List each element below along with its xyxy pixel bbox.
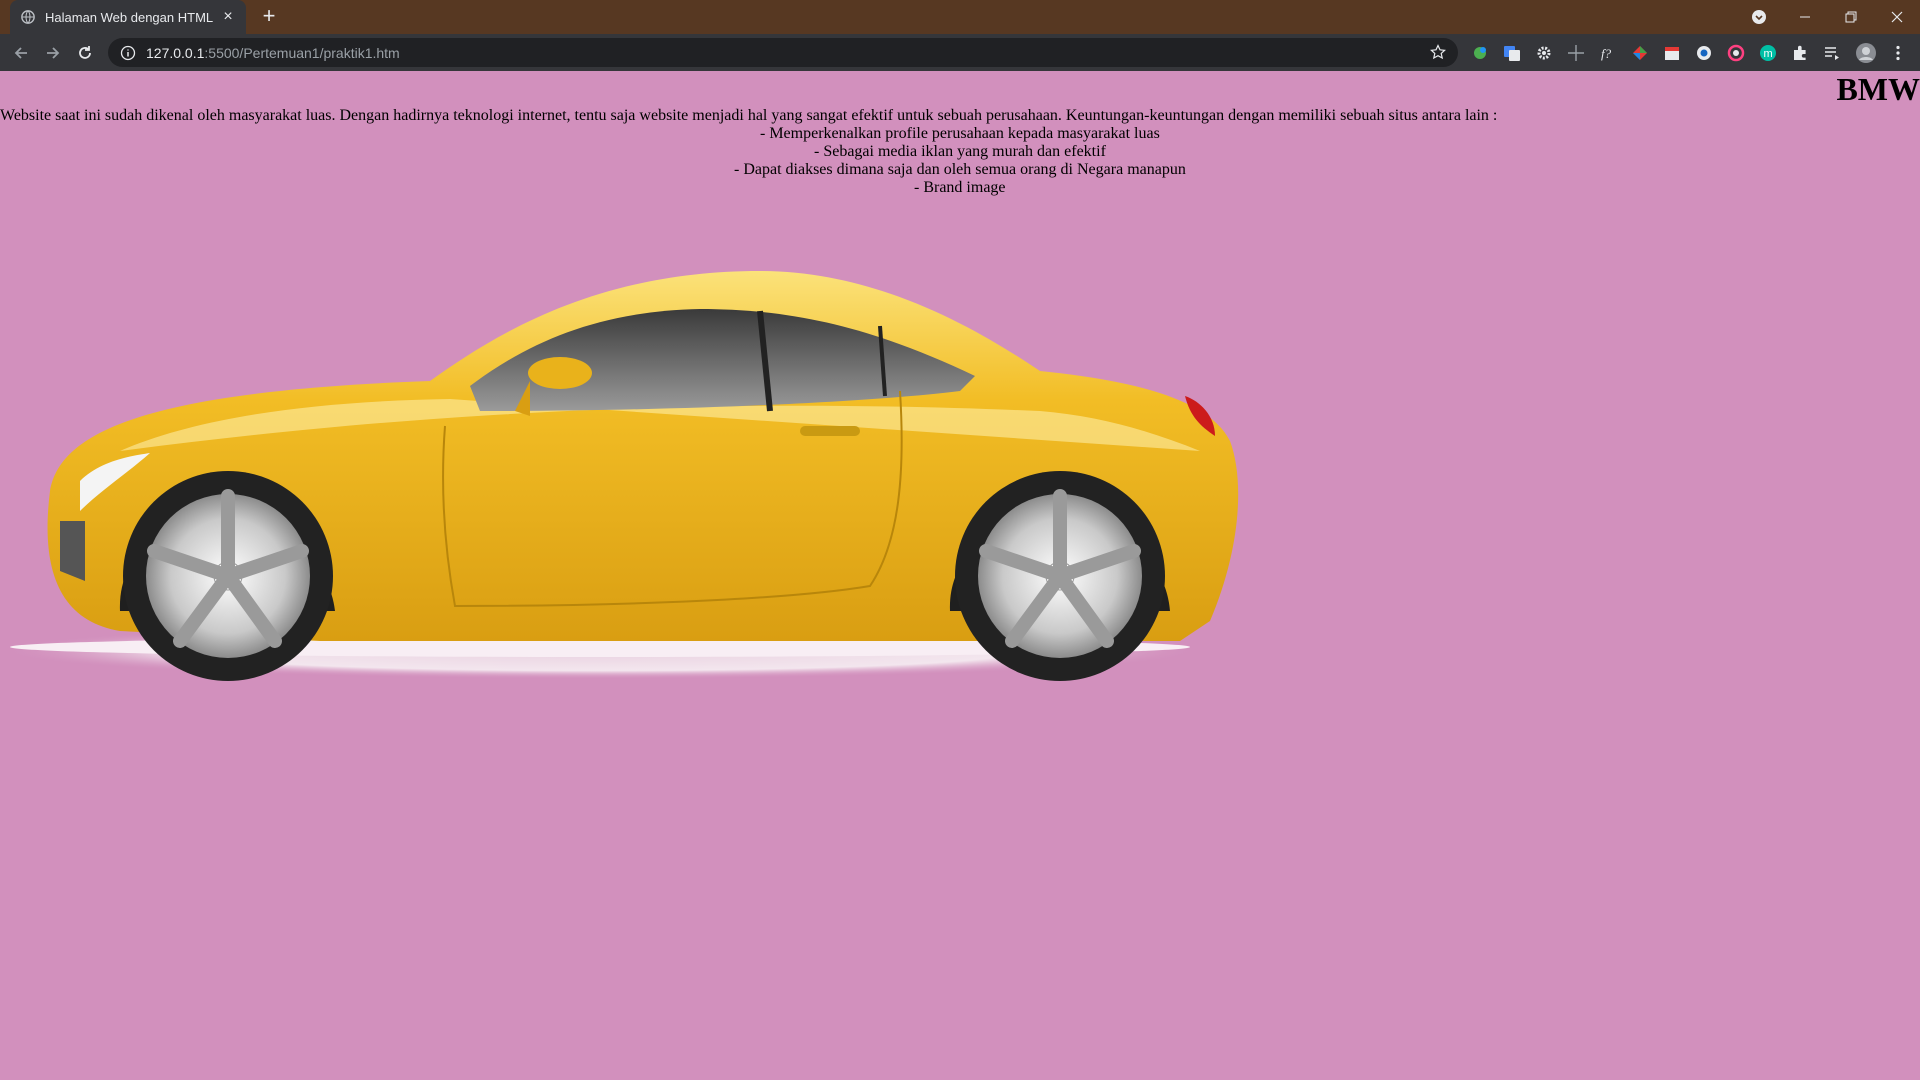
info-icon[interactable] bbox=[120, 45, 136, 61]
list-item: - Dapat diakses dimana saja dan oleh sem… bbox=[734, 161, 1186, 178]
page-title: BMW bbox=[1836, 71, 1920, 107]
browser-toolbar: 127.0.0.1:5500/Pertemuan1/praktik1.htm f… bbox=[0, 34, 1920, 71]
url-path: :5500/Pertemuan1/praktik1.htm bbox=[204, 44, 400, 61]
forward-icon[interactable] bbox=[40, 40, 66, 66]
extension-icon[interactable] bbox=[1471, 44, 1489, 62]
svg-text:f?: f? bbox=[1601, 46, 1612, 61]
back-icon[interactable] bbox=[8, 40, 34, 66]
ring-extension-icon[interactable] bbox=[1727, 44, 1745, 62]
menu-icon[interactable] bbox=[1889, 44, 1907, 62]
svg-text:m: m bbox=[1764, 48, 1773, 60]
media-queue-icon[interactable] bbox=[1823, 44, 1841, 62]
list-item: - Memperkenalkan profile perusahaan kepa… bbox=[760, 125, 1160, 142]
gear-icon[interactable] bbox=[1535, 44, 1553, 62]
globe-icon bbox=[21, 10, 35, 24]
browser-tab[interactable]: Halaman Web dengan HTML × bbox=[10, 0, 246, 34]
tab-search-icon[interactable] bbox=[1736, 0, 1782, 34]
reload-icon[interactable] bbox=[72, 40, 98, 66]
color-picker-icon[interactable] bbox=[1631, 44, 1649, 62]
address-bar[interactable]: 127.0.0.1:5500/Pertemuan1/praktik1.htm bbox=[108, 38, 1458, 67]
circle-extension-icon[interactable] bbox=[1695, 44, 1713, 62]
star-icon[interactable] bbox=[1430, 44, 1446, 60]
translate-icon[interactable] bbox=[1503, 44, 1521, 62]
tab-title: Halaman Web dengan HTML bbox=[45, 9, 214, 25]
m-extension-icon[interactable]: m bbox=[1759, 44, 1777, 62]
car-image bbox=[0, 271, 1239, 681]
restore-icon[interactable] bbox=[1828, 0, 1874, 34]
close-window-icon[interactable] bbox=[1874, 0, 1920, 34]
extensions-icon[interactable] bbox=[1791, 44, 1809, 62]
list-item: - Sebagai media iklan yang murah dan efe… bbox=[814, 143, 1106, 160]
browser-tabbar: Halaman Web dengan HTML × + bbox=[0, 0, 1920, 34]
intro-block: Website saat ini sudah dikenal oleh masy… bbox=[0, 107, 1920, 197]
function-icon[interactable]: f? bbox=[1599, 44, 1617, 62]
plus-icon[interactable]: + bbox=[258, 5, 280, 28]
page-content: BMW Website saat ini sudah dikenal oleh … bbox=[0, 71, 1920, 1080]
benefit-list: - Memperkenalkan profile perusahaan kepa… bbox=[0, 125, 1920, 197]
minimize-icon[interactable] bbox=[1782, 0, 1828, 34]
profile-icon[interactable] bbox=[1855, 42, 1877, 64]
crosshair-icon[interactable] bbox=[1567, 44, 1585, 62]
url-host: 127.0.0.1 bbox=[146, 44, 205, 61]
calendar-icon[interactable] bbox=[1663, 44, 1681, 62]
close-icon[interactable]: × bbox=[220, 9, 236, 25]
intro-paragraph: Website saat ini sudah dikenal oleh masy… bbox=[0, 107, 1498, 124]
